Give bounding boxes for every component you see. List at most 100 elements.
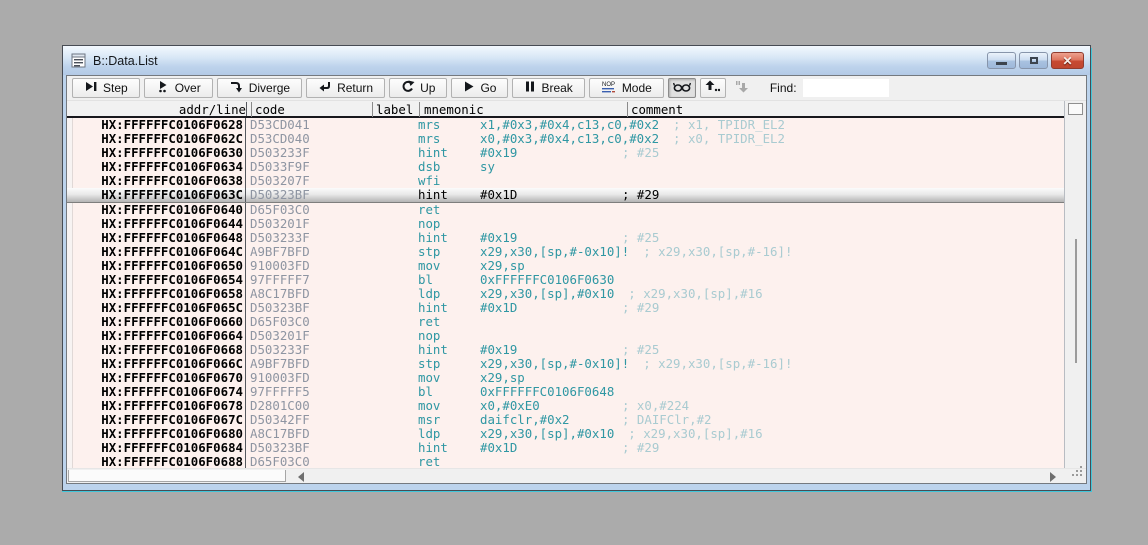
close-button[interactable]: ✕: [1051, 52, 1084, 69]
up-button[interactable]: Up: [389, 78, 448, 98]
cell-label: [343, 203, 414, 217]
cell-code: A8C17BFD: [250, 426, 310, 441]
list-row[interactable]: HX:FFFFFFC0106F0638 D503207F wfi: [67, 174, 1064, 188]
cell-label: [343, 160, 414, 174]
list-row[interactable]: HX:FFFFFFC0106F0684 D50323BF hint #0x1D ; #2…: [67, 441, 1064, 455]
cell-address: HX:FFFFFFC0106F0654: [73, 273, 246, 287]
over-button[interactable]: Over: [143, 78, 213, 98]
arrow-up-dots-button[interactable]: [699, 78, 726, 98]
cell-operands: x29,sp: [480, 370, 525, 385]
list-row[interactable]: HX:FFFFFFC0106F0644 D503201F nop: [67, 217, 1064, 231]
cell-address: HX:FFFFFFC0106F0660: [73, 315, 246, 329]
return-button[interactable]: Return: [306, 78, 386, 98]
list-row[interactable]: HX:FFFFFFC0106F0674 97FFFFF5 bl 0xFFFFFFC01…: [67, 385, 1064, 399]
cell-operands: #0x19: [480, 145, 518, 160]
list-row[interactable]: HX:FFFFFFC0106F0640 D65F03C0 ret: [67, 203, 1064, 217]
addr-column-divider: [246, 102, 247, 116]
spectacles-button[interactable]: [667, 78, 696, 98]
cell-label: [343, 217, 414, 231]
cell-mnemonic: dsb: [418, 159, 441, 174]
go-play-icon: [463, 80, 475, 96]
cell-operands: [480, 203, 622, 217]
column-header-comment[interactable]: comment: [627, 102, 683, 117]
cell-code: 910003FD: [250, 258, 310, 273]
list-row[interactable]: HX:FFFFFFC0106F0670 910003FD mov x29,sp: [67, 371, 1064, 385]
address-column-scroll-thumb[interactable]: [68, 470, 286, 482]
list-row[interactable]: HX:FFFFFFC0106F0678 D2801C00 mov x0,#0xE0 ; …: [67, 399, 1064, 413]
list-row[interactable]: HX:FFFFFFC0106F0658 A8C17BFD ldp x29,x30,[s…: [67, 287, 1064, 301]
toolbar-icon-buttons: [667, 78, 760, 98]
list-row[interactable]: HX:FFFFFFC0106F0628 D53CD041 mrs x1,#0x3,#0…: [67, 118, 1064, 132]
cell-label: [343, 146, 414, 160]
cell-operands: [480, 174, 622, 188]
window-title: B::Data.List: [93, 53, 158, 68]
cell-comment: [622, 315, 1064, 329]
step-into-icon: [84, 80, 98, 96]
cell-comment: [628, 385, 1064, 399]
find-input[interactable]: [802, 79, 889, 97]
cell-operands: x0,#0x3,#0x4,c13,c0,#0x2: [480, 131, 660, 146]
minimize-button[interactable]: [987, 52, 1016, 69]
list-row[interactable]: HX:FFFFFFC0106F0668 D503233F hint #0x19 ; #2…: [67, 343, 1064, 357]
list-row[interactable]: HX:FFFFFFC0106F0630 D503233F hint #0x19 ; #2…: [67, 146, 1064, 160]
cell-operands: [480, 329, 622, 343]
cell-code: D5033F9F: [250, 159, 310, 174]
list-row-selected[interactable]: HX:FFFFFFC0106F063C D50323BF hint #0x1D ; #2…: [67, 188, 1064, 203]
list-row[interactable]: HX:FFFFFFC0106F0664 D503201F nop: [67, 329, 1064, 343]
list-row[interactable]: HX:FFFFFFC0106F064C A9BF7BFD stp x29,x30,[s…: [67, 245, 1064, 259]
list-row[interactable]: HX:FFFFFFC0106F0654 97FFFFF7 bl 0xFFFFFFC01…: [67, 273, 1064, 287]
list-row[interactable]: HX:FFFFFFC0106F066C A9BF7BFD stp x29,x30,[s…: [67, 357, 1064, 371]
cell-mnemonic: mrs: [418, 117, 441, 132]
list-row[interactable]: HX:FFFFFFC0106F0680 A8C17BFD ldp x29,x30,[s…: [67, 427, 1064, 441]
title-bar[interactable]: B::Data.List ✕: [63, 46, 1090, 75]
client-area: Step Over Diverge Return Up Go Break NOP Mode Fi…: [66, 75, 1087, 484]
cell-mnemonic: nop: [418, 216, 441, 231]
cell-mnemonic: hint: [418, 187, 448, 202]
mode-button[interactable]: NOP Mode: [588, 78, 664, 98]
cell-comment: [622, 455, 1064, 468]
column-header-addr[interactable]: addr/line: [73, 102, 246, 117]
listing-rows: HX:FFFFFFC0106F0628 D53CD041 mrs x1,#0x3,#0…: [67, 118, 1064, 468]
cell-comment: [622, 329, 1064, 343]
vertical-scrollbar[interactable]: [1064, 101, 1086, 468]
cell-mnemonic: ret: [418, 454, 441, 469]
cell-address: HX:FFFFFFC0106F0650: [73, 259, 246, 273]
cell-code: D50323BF: [250, 300, 310, 315]
cell-label: [343, 371, 414, 385]
cell-address: HX:FFFFFFC0106F066C: [73, 357, 246, 371]
go-button[interactable]: Go: [451, 78, 509, 98]
list-row[interactable]: HX:FFFFFFC0106F0688 D65F03C0 ret: [67, 455, 1064, 468]
vertical-scrollbar-thumb[interactable]: [1068, 103, 1083, 115]
scroll-left-button[interactable]: [295, 471, 307, 482]
column-header-label[interactable]: label: [372, 102, 413, 117]
list-row[interactable]: HX:FFFFFFC0106F0634 D5033F9F dsb sy: [67, 160, 1064, 174]
list-row[interactable]: HX:FFFFFFC0106F065C D50323BF hint #0x1D ; #2…: [67, 301, 1064, 315]
cell-code: D503233F: [250, 342, 310, 357]
step-button[interactable]: Step: [72, 78, 140, 98]
resize-grip-icon[interactable]: [1072, 464, 1083, 482]
cell-address: HX:FFFFFFC0106F0674: [73, 385, 246, 399]
list-row[interactable]: HX:FFFFFFC0106F062C D53CD040 mrs x0,#0x3,#0…: [67, 132, 1064, 146]
cell-code: 97FFFFF5: [250, 384, 310, 399]
list-row[interactable]: HX:FFFFFFC0106F0650 910003FD mov x29,sp: [67, 259, 1064, 273]
cell-comment: [622, 217, 1064, 231]
column-header-mnemonic[interactable]: mnemonic: [419, 102, 484, 117]
maximize-button[interactable]: [1019, 52, 1048, 69]
list-row[interactable]: HX:FFFFFFC0106F0648 D503233F hint #0x19 ; #2…: [67, 231, 1064, 245]
break-button[interactable]: Break: [512, 78, 585, 98]
cell-label: [343, 427, 414, 441]
horizontal-scrollbar[interactable]: [67, 466, 1086, 483]
cell-mnemonic: msr: [418, 412, 441, 427]
cell-operands: x0,#0xE0: [480, 398, 540, 413]
column-header-code[interactable]: code: [251, 102, 285, 117]
list-row[interactable]: HX:FFFFFFC0106F0660 D65F03C0 ret: [67, 315, 1064, 329]
cell-label: [343, 329, 414, 343]
cell-label: [343, 287, 414, 301]
cell-address: HX:FFFFFFC0106F0630: [73, 146, 246, 160]
scroll-right-button[interactable]: [1047, 471, 1059, 482]
toolbar: Step Over Diverge Return Up Go Break NOP Mode Fi…: [67, 76, 1086, 101]
cell-comment: ; x1, TPIDR_EL2: [673, 117, 785, 132]
list-row[interactable]: HX:FFFFFFC0106F067C D50342FF msr daifclr,#0…: [67, 413, 1064, 427]
diverge-button[interactable]: Diverge: [216, 78, 303, 98]
return-icon: [318, 80, 332, 96]
